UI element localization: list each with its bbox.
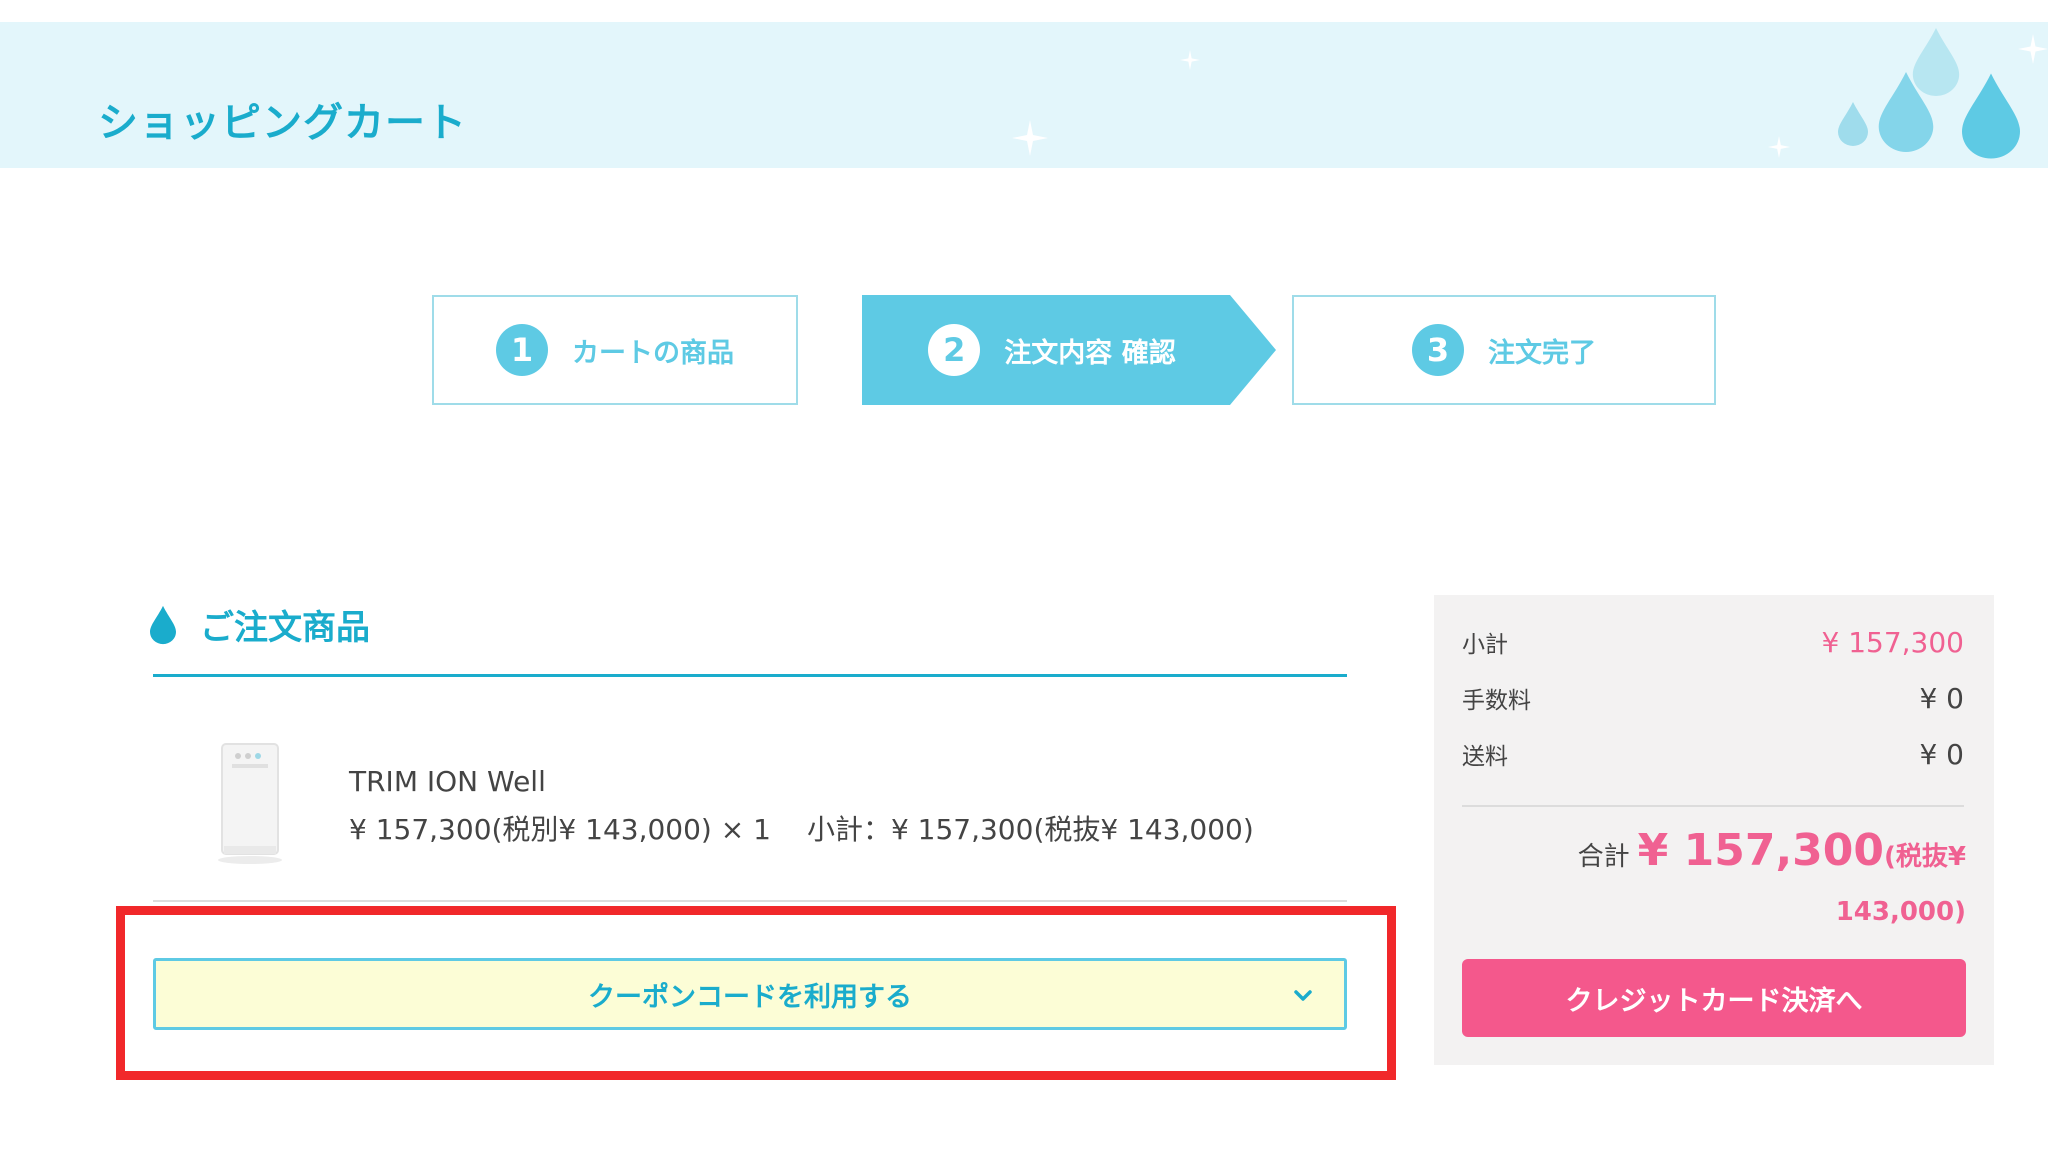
sparkle-icon [1012,120,1048,156]
coupon-code-toggle[interactable]: クーポンコードを利用する [153,958,1347,1030]
total-label: 合計 [1577,842,1630,872]
water-drop-icon [1838,102,1868,146]
step-order-complete: 3 注文完了 [1292,295,1716,405]
credit-card-payment-button[interactable]: クレジットカード決済へ [1462,959,1966,1037]
page-header: ショッピングカート [0,22,2048,168]
step-label: 注文完了 [1488,337,1596,369]
product-price-quantity: ¥ 157,300(税別¥ 143,000) × 1 [349,813,771,846]
step-label: カートの商品 [572,337,734,369]
step-number: 3 [1412,324,1464,376]
step-number: 2 [928,324,981,376]
summary-total-row: 合計 ¥ 157,300(税抜¥ [1578,825,1966,876]
product-subtotal: 小計：¥ 157,300(税抜¥ 143,000) [806,813,1254,846]
fee-label: 手数料 [1462,688,1531,714]
subtotal-label: 小計 [1462,632,1508,658]
fee-value: ¥ 0 [1919,681,1964,715]
coupon-label: クーポンコードを利用する [588,981,912,1013]
summary-shipping-row: 送料 ¥ 0 [1462,737,1964,771]
summary-subtotal-row: 小計 ¥ 157,300 [1462,625,1964,659]
subtotal-value: ¥ 157,300 [1821,625,1964,659]
step-label: 注文内容 確認 [1004,337,1176,369]
step-number: 1 [496,324,548,376]
water-drop-icon [150,605,176,644]
order-section-header: ご注文商品 [150,600,370,649]
step-cart-items: 1 カートの商品 [432,295,798,405]
product-price-line: ¥ 157,300(税別¥ 143,000) × 1 小計：¥ 157,300(税… [349,808,1254,848]
page-title: ショッピングカート [98,100,467,146]
item-divider [153,900,1347,902]
section-title: ご注文商品 [200,608,370,648]
water-drop-icon [1912,28,1960,96]
summary-fee-row: 手数料 ¥ 0 [1462,681,1964,715]
water-drop-icon [1962,73,2020,159]
total-tax-amount: 143,000) [1835,897,1966,927]
chevron-down-icon [1294,990,1312,1001]
total-tax-note: (税抜¥ [1884,842,1966,872]
shipping-label: 送料 [1462,744,1508,770]
total-value: ¥ 157,300 [1637,825,1885,876]
sparkle-icon [1180,50,1200,70]
product-name: TRIM ION Well [349,765,546,798]
sparkle-icon [2018,34,2048,64]
sparkle-icon [1768,136,1790,158]
shipping-value: ¥ 0 [1919,737,1964,771]
section-divider [153,674,1347,677]
summary-divider [1462,805,1964,807]
product-image[interactable] [210,742,290,866]
order-summary-panel: 小計 ¥ 157,300 手数料 ¥ 0 送料 ¥ 0 合計 ¥ 157,300(… [1434,595,1994,1065]
step-order-confirmation: 2 注文内容 確認 [862,295,1276,405]
